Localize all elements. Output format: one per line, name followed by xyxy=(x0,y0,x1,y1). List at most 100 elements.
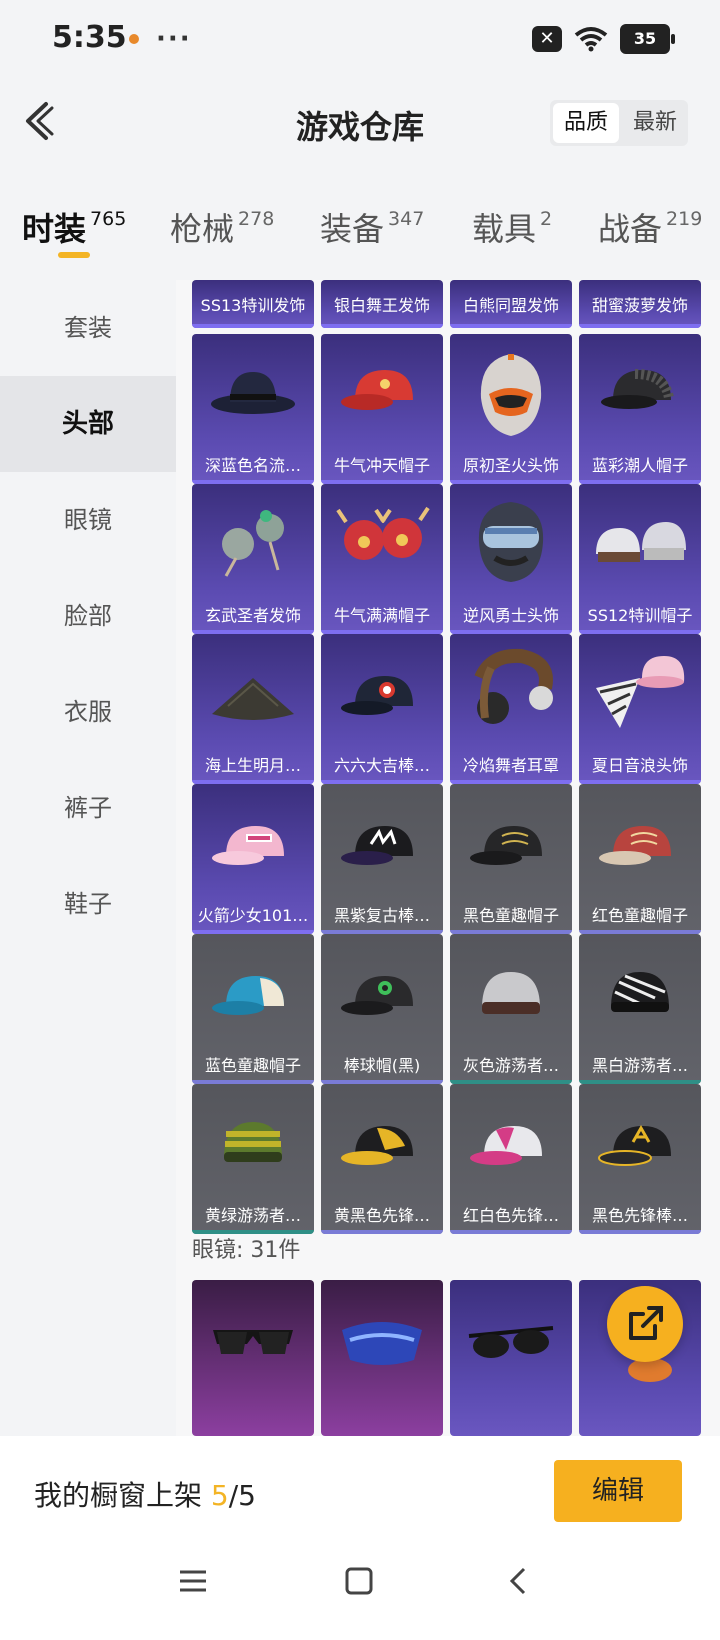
item-card[interactable]: 海上生明月… xyxy=(192,634,314,784)
glasses-card[interactable] xyxy=(192,1280,314,1436)
sidebar-item-pants[interactable]: 裤子 xyxy=(0,760,176,856)
sort-toggle: 品质 最新 xyxy=(550,100,688,146)
straw-hat-icon xyxy=(212,678,294,720)
hair-ornament-icon xyxy=(222,510,284,577)
status-time: 5:35 xyxy=(52,20,127,55)
earmuffs-icon xyxy=(474,648,553,724)
item-card[interactable]: 深蓝色名流… xyxy=(192,334,314,484)
tab-vehicles[interactable]: 载具 2 xyxy=(472,204,552,250)
item-card[interactable]: 黑白游荡者… xyxy=(579,934,701,1084)
item-card[interactable]: 原初圣火头饰 xyxy=(450,334,572,484)
tab-fashion[interactable]: 时装 765 xyxy=(22,204,126,250)
item-card[interactable]: 夏日音浪头饰 xyxy=(579,634,701,784)
pink-cap-icon xyxy=(212,826,284,865)
item-label: 原初圣火头饰 xyxy=(462,456,559,475)
item-card[interactable]: 逆风勇士头饰 xyxy=(450,484,572,634)
share-button[interactable] xyxy=(607,1286,683,1362)
item-card[interactable]: 甜蜜菠萝发饰 xyxy=(579,280,701,328)
sidebar-item-shoes[interactable]: 鞋子 xyxy=(0,856,176,952)
item-label: 牛气冲天帽子 xyxy=(333,456,430,475)
tab-guns[interactable]: 枪械 278 xyxy=(170,204,274,250)
menu-icon[interactable] xyxy=(178,1566,208,1596)
sidebar-item-face[interactable]: 脸部 xyxy=(0,568,176,664)
red-white-cap-icon xyxy=(470,1126,542,1165)
glasses-section-title: 眼镜: 31件 xyxy=(192,1238,301,1263)
tab-label: 枪械 xyxy=(170,210,235,248)
item-label: 灰色游荡者… xyxy=(462,1056,559,1075)
item-label: 海上生明月… xyxy=(204,756,301,775)
item-card[interactable]: 红色童趣帽子 xyxy=(579,784,701,934)
item-label: 棒球帽(黑) xyxy=(343,1056,421,1075)
home-icon[interactable] xyxy=(344,1566,374,1596)
status-bar: 5:35 ··· ✕ 35 xyxy=(0,0,720,80)
item-card[interactable]: 红白色先锋… xyxy=(450,1084,572,1234)
item-card[interactable]: 蓝色童趣帽子 xyxy=(192,934,314,1084)
sidebar-item-suit[interactable]: 套装 xyxy=(0,280,176,376)
item-card[interactable]: 黑紫复古棒… xyxy=(321,784,443,934)
showcase-label: 我的橱窗上架 xyxy=(34,1479,211,1512)
sidebar-item-clothes[interactable]: 衣服 xyxy=(0,664,176,760)
tab-equipment[interactable]: 装备 347 xyxy=(320,204,424,250)
item-card[interactable]: 黄绿游荡者… xyxy=(192,1084,314,1234)
gray-beanie-icon xyxy=(482,972,540,1014)
item-card[interactable]: 冷焰舞者耳罩 xyxy=(450,634,572,784)
share-icon xyxy=(629,1306,663,1340)
sidebar-item-glasses[interactable]: 眼镜 xyxy=(0,472,176,568)
item-grid: SS13特训发饰 银白舞王发饰 白熊同盟发饰 甜蜜菠萝发饰 深蓝色名流… 牛气冲… xyxy=(176,280,720,1436)
goggles-mask-icon xyxy=(478,502,544,582)
nav-back-icon[interactable] xyxy=(504,1566,534,1596)
item-label: SS13特训发饰 xyxy=(200,296,306,315)
item-label: 蓝彩潮人帽子 xyxy=(591,456,688,475)
item-label: 火箭少女101… xyxy=(197,906,309,925)
black-cap-icon xyxy=(341,976,413,1015)
item-card[interactable]: 黄黑色先锋… xyxy=(321,1084,443,1234)
tab-count: 347 xyxy=(388,208,425,230)
item-label: 红色童趣帽子 xyxy=(591,906,688,925)
sidebar-item-head[interactable]: 头部 xyxy=(0,376,176,472)
item-card[interactable]: SS12特训帽子 xyxy=(579,484,701,634)
item-card[interactable]: 棒球帽(黑) xyxy=(321,934,443,1084)
black-gold-cap-icon xyxy=(598,1124,671,1166)
sidebar: 套装 头部 眼镜 脸部 衣服 裤子 鞋子 xyxy=(0,280,176,1436)
zebra-beanie-icon xyxy=(611,972,669,1012)
red-cap-icon xyxy=(341,370,413,410)
notification-icon xyxy=(129,34,139,44)
fedora-hat-icon xyxy=(211,372,295,414)
item-card[interactable]: 玄武圣者发饰 xyxy=(192,484,314,634)
black-sunglasses-icon xyxy=(468,1326,554,1358)
item-card[interactable]: 六六大吉棒… xyxy=(321,634,443,784)
battery-icon: 35 xyxy=(620,24,675,54)
sort-latest-button[interactable]: 最新 xyxy=(622,100,688,146)
sort-quality-button[interactable]: 品质 xyxy=(553,103,619,143)
category-tabs: 时装 765 枪械 278 装备 347 载具 2 战备 219 xyxy=(0,196,720,266)
item-label: 蓝色童趣帽子 xyxy=(204,1056,301,1075)
edit-button[interactable]: 编辑 xyxy=(554,1460,682,1522)
item-card[interactable]: 白熊同盟发饰 xyxy=(450,280,572,328)
tab-tactical[interactable]: 战备 219 xyxy=(598,204,702,250)
item-label: 深蓝色名流… xyxy=(204,456,301,475)
item-card[interactable]: 黑色童趣帽子 xyxy=(450,784,572,934)
item-card[interactable]: 牛气满满帽子 xyxy=(321,484,443,634)
item-card[interactable]: 蓝彩潮人帽子 xyxy=(579,334,701,484)
item-card[interactable]: 黑色先锋棒… xyxy=(579,1084,701,1234)
item-label: SS12特训帽子 xyxy=(587,606,693,625)
tab-count: 219 xyxy=(666,208,703,230)
glasses-card[interactable] xyxy=(321,1280,443,1436)
system-nav-bar xyxy=(0,1546,720,1640)
item-label: 牛气满满帽子 xyxy=(333,606,430,625)
showcase-total: /5 xyxy=(228,1479,256,1512)
item-card[interactable]: 火箭少女101… xyxy=(192,784,314,934)
armored-helmet-icon xyxy=(480,354,542,436)
mesh-cap-icon xyxy=(601,369,674,409)
header: 游戏仓库 品质 最新 xyxy=(0,86,720,166)
item-card[interactable]: 灰色游荡者… xyxy=(450,934,572,1084)
striped-beanie-icon xyxy=(224,1122,282,1162)
item-card[interactable]: 银白舞王发饰 xyxy=(321,280,443,328)
tab-label: 战备 xyxy=(598,210,663,248)
glasses-card[interactable] xyxy=(450,1280,572,1436)
item-label: 逆风勇士头饰 xyxy=(462,606,559,625)
item-label: 黄黑色先锋… xyxy=(333,1206,430,1225)
item-card[interactable]: SS13特训发饰 xyxy=(192,280,314,328)
item-card[interactable]: 牛气冲天帽子 xyxy=(321,334,443,484)
item-label: 夏日音浪头饰 xyxy=(591,756,688,775)
